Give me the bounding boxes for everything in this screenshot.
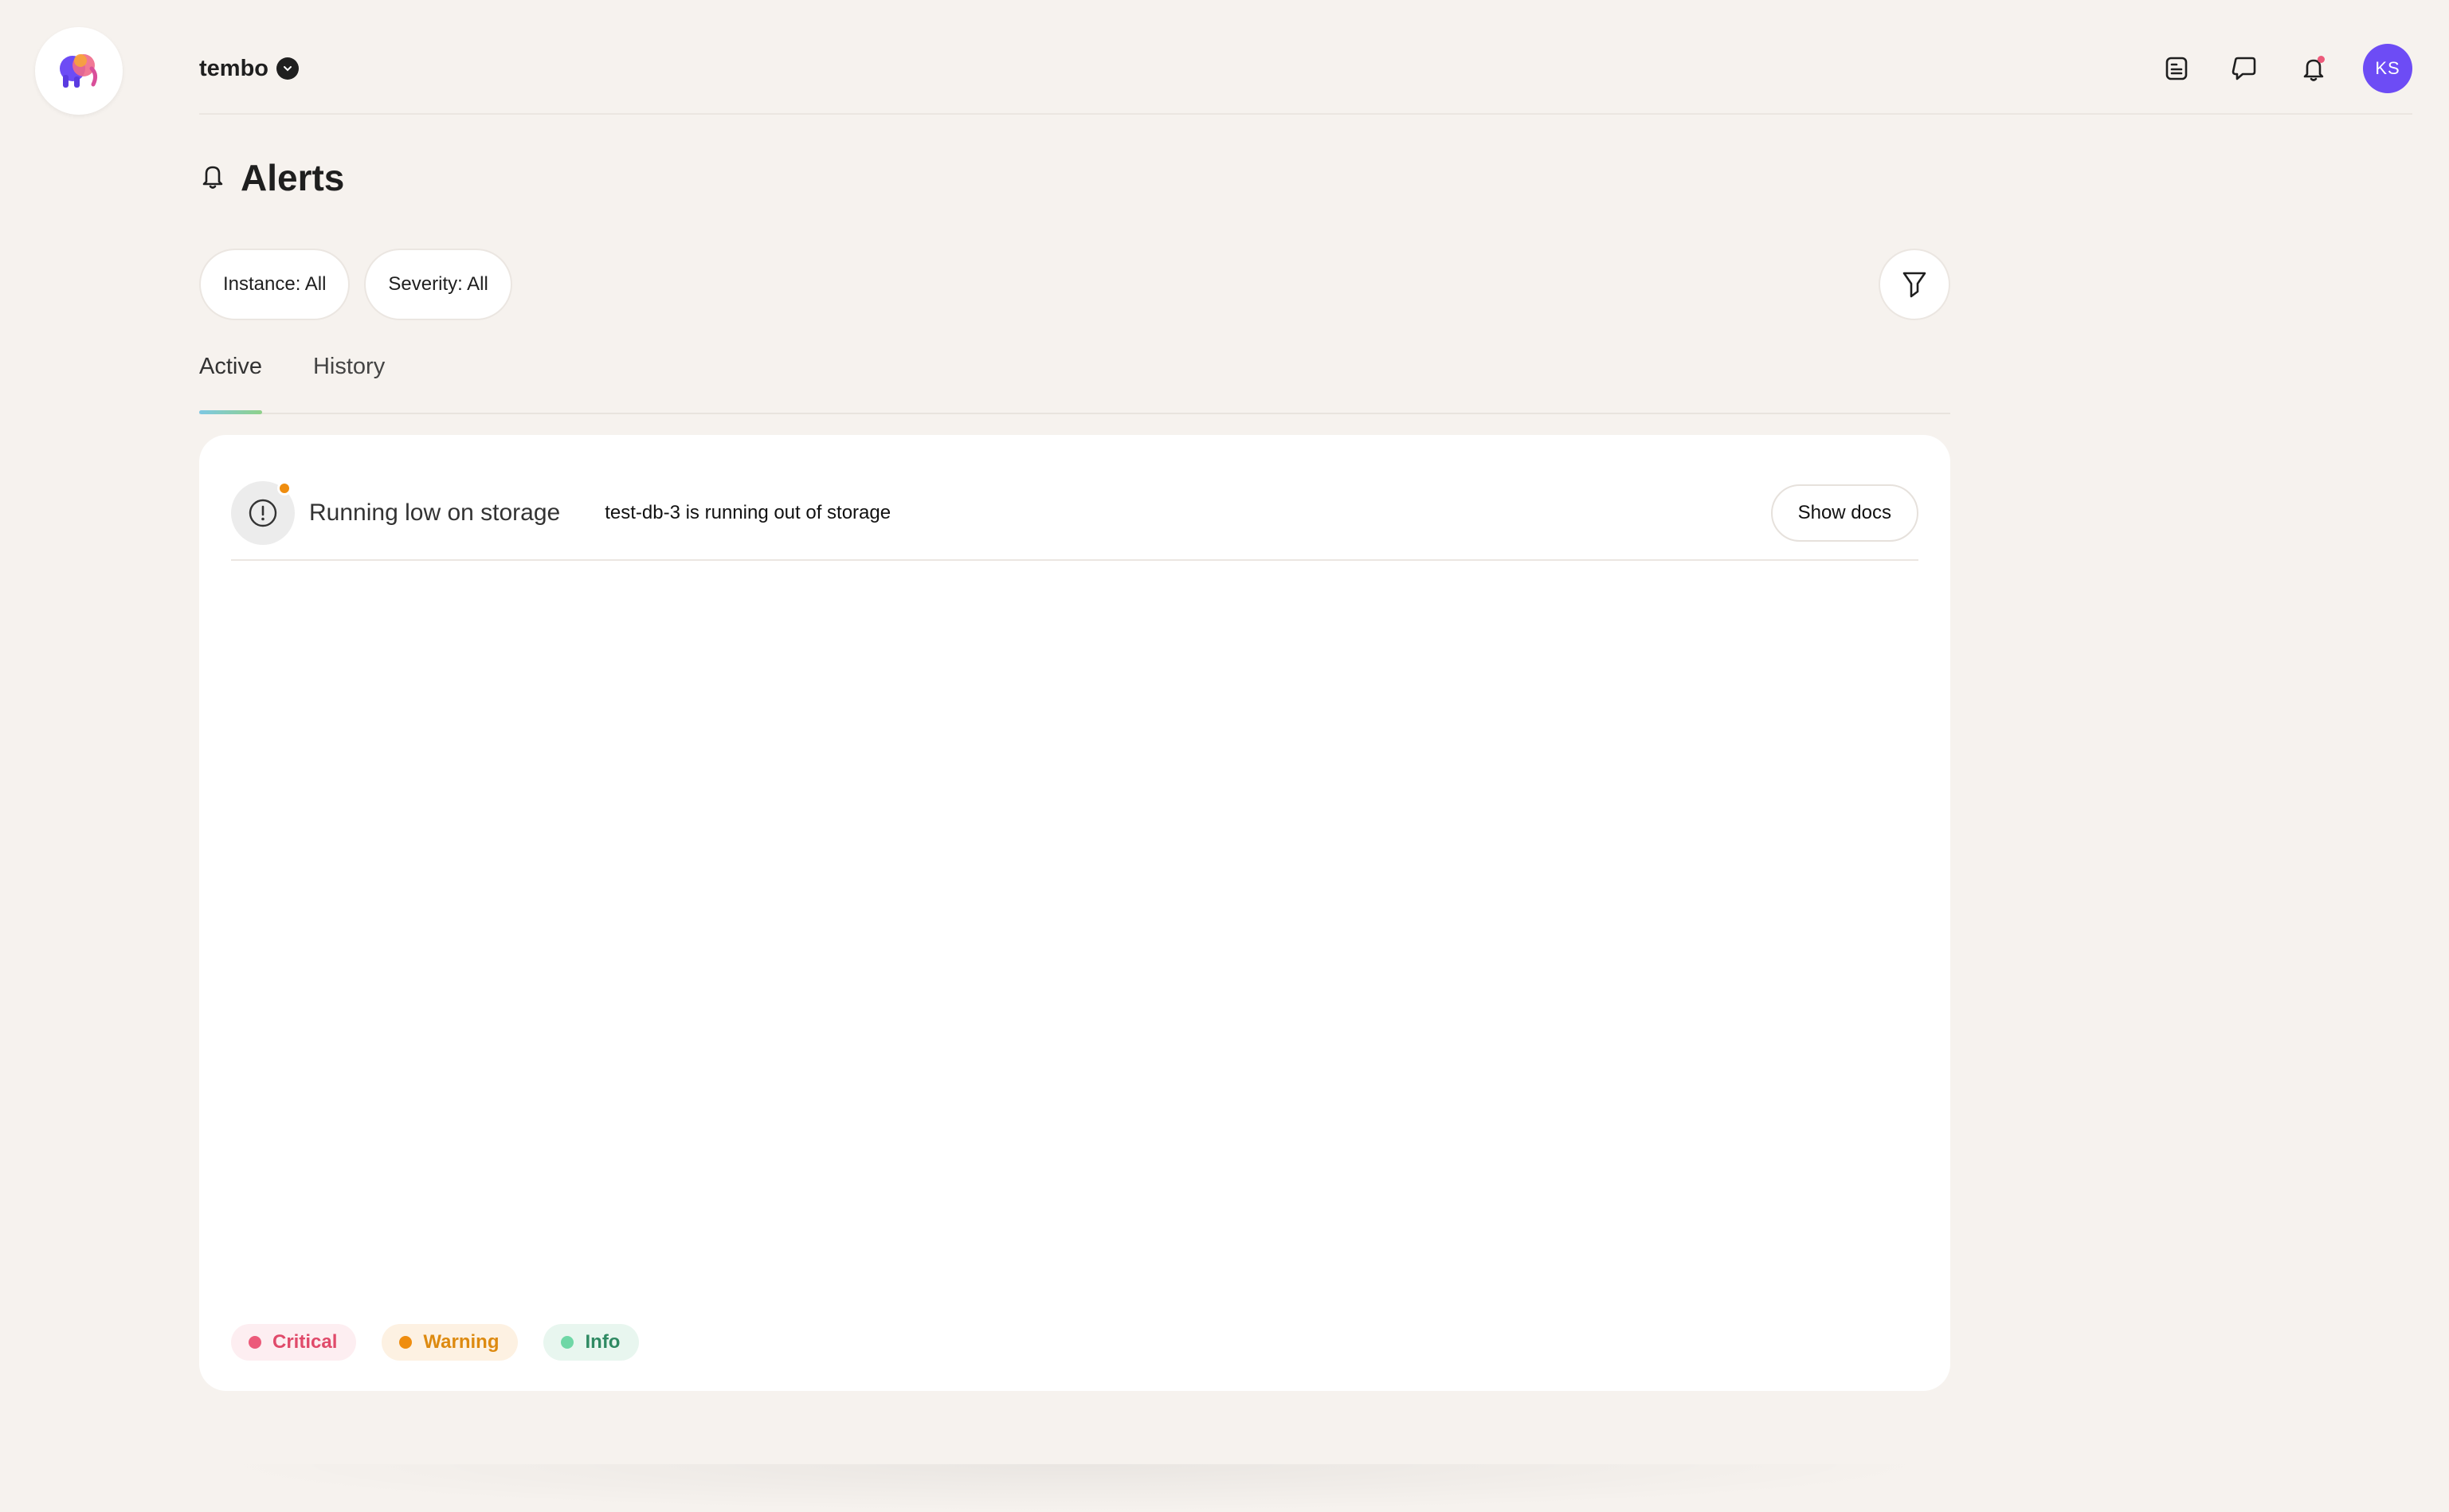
page-header: Alerts — [199, 156, 344, 199]
instance-filter[interactable]: Instance: All — [199, 249, 351, 320]
legend-label: Info — [585, 1331, 621, 1353]
info-dot — [561, 1336, 574, 1349]
legend-label: Critical — [272, 1331, 338, 1353]
notification-indicator — [2318, 56, 2325, 63]
filter-bar: Instance: All Severity: All — [199, 249, 512, 320]
org-name: tembo — [199, 55, 268, 81]
user-avatar[interactable]: KS — [2363, 44, 2412, 93]
alerts-tabs: Active History — [199, 343, 1950, 414]
alert-title: Running low on storage — [309, 499, 561, 526]
legend-critical: Critical — [231, 1324, 357, 1361]
filter-funnel-icon — [1902, 272, 1926, 298]
bottom-shadow — [199, 1464, 1950, 1512]
alert-status — [231, 481, 295, 545]
legend-info: Info — [543, 1324, 640, 1361]
org-switcher[interactable]: tembo — [199, 56, 299, 82]
alert-description: test-db-3 is running out of storage — [605, 502, 891, 523]
legend-warning: Warning — [382, 1324, 519, 1361]
page-title: Alerts — [241, 157, 345, 198]
elephant-logo-icon — [60, 54, 98, 88]
filter-button[interactable] — [1879, 249, 1950, 320]
show-docs-button[interactable]: Show docs — [1770, 484, 1918, 542]
exclamation-circle-icon — [249, 499, 277, 527]
bell-icon — [199, 161, 226, 195]
tab-active[interactable]: Active — [199, 343, 262, 414]
alerts-panel: Running low on storage test-db-3 is runn… — [199, 435, 1950, 1391]
critical-dot — [249, 1336, 261, 1349]
alert-row[interactable]: Running low on storage test-db-3 is runn… — [231, 467, 1918, 561]
severity-legend: Critical Warning Info — [231, 1324, 640, 1361]
warning-severity-dot — [277, 481, 292, 496]
warning-dot — [399, 1336, 413, 1349]
chat-icon[interactable] — [2226, 49, 2264, 88]
chevron-down-icon — [276, 57, 299, 80]
severity-filter[interactable]: Severity: All — [364, 249, 512, 320]
legend-label: Warning — [423, 1331, 500, 1353]
top-bar: tembo KS — [199, 24, 2412, 115]
notifications-bell-icon[interactable] — [2294, 49, 2333, 88]
tembo-logo[interactable] — [35, 27, 123, 115]
document-icon[interactable] — [2157, 49, 2196, 88]
tab-history[interactable]: History — [313, 343, 385, 413]
